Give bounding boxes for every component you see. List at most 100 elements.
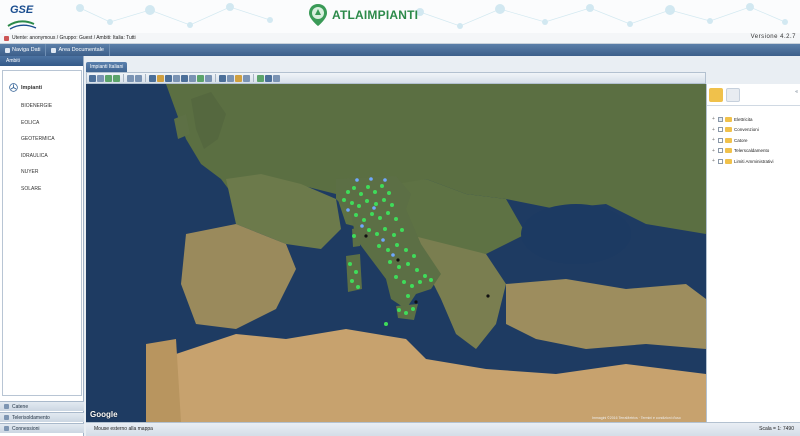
land-turkey <box>506 279 706 349</box>
scale-readout: Scala = 1: 7490 <box>759 426 794 432</box>
left-panel-body: Impianti BIOENERGIE EOLICA GEOTERMICA ID… <box>2 70 82 396</box>
layers-panel: « + Elettricita + Convenzioni + Catore +… <box>706 84 800 422</box>
impianti-label: Impianti <box>21 84 43 91</box>
zoom-out-icon[interactable] <box>113 74 120 82</box>
export-icon[interactable] <box>227 74 234 82</box>
nav-naviga-dati[interactable]: Naviga Dati <box>0 44 47 56</box>
toolbar-divider <box>145 74 146 82</box>
user-bar: Utente: anonymous / Gruppo: Guest / Ambi… <box>0 33 800 44</box>
layer-item[interactable]: + Convenzioni <box>712 125 800 136</box>
layer-label: Limiti Amministrativi <box>734 158 774 164</box>
select-icon[interactable] <box>97 74 104 82</box>
identify-icon[interactable] <box>157 74 164 82</box>
accordion-label: Telerisoldamento <box>12 414 50 421</box>
layer-label: Catore <box>734 137 748 143</box>
expand-icon[interactable]: + <box>712 116 716 122</box>
app-banner: GSE ATLAIMPIANTI <box>0 0 800 33</box>
gse-logo[interactable]: GSE <box>4 2 38 30</box>
layer-checkbox[interactable] <box>718 127 723 133</box>
nav-area-documentale[interactable]: Area Documentale <box>46 44 110 56</box>
filter-icon[interactable] <box>189 74 196 82</box>
expand-icon[interactable]: + <box>712 148 716 154</box>
heat-icon <box>4 415 9 420</box>
print-icon[interactable] <box>219 74 226 82</box>
layer-checkbox[interactable] <box>718 158 723 164</box>
navigate-icon <box>5 47 10 53</box>
plant-type-idraulica[interactable]: IDRAULICA <box>21 148 81 165</box>
measure-icon[interactable] <box>149 74 156 82</box>
folder-icon <box>725 137 732 143</box>
plant-type-bioenergie[interactable]: BIOENERGIE <box>21 98 81 115</box>
folder-icon <box>725 158 732 164</box>
main-nav: Naviga Dati Area Documentale <box>0 44 800 56</box>
help-icon[interactable] <box>273 74 280 82</box>
expand-icon[interactable]: + <box>712 127 716 133</box>
forward-icon[interactable] <box>135 74 142 82</box>
plant-type-eolica[interactable]: EOLICA <box>21 115 81 132</box>
layer-item[interactable]: + Catore <box>712 135 800 146</box>
bookmark-icon[interactable] <box>235 74 242 82</box>
toolbar-divider <box>215 74 216 82</box>
left-panel-header: Ambiti <box>0 56 83 66</box>
layer-label: Telerscaldamento <box>734 148 770 154</box>
plant-type-solare[interactable]: SOLARE <box>21 181 81 198</box>
land-morocco <box>146 339 181 422</box>
map-pin-icon <box>309 4 327 26</box>
legend-icon[interactable] <box>709 87 723 102</box>
info-icon[interactable] <box>205 74 212 82</box>
plant-type-nuyer[interactable]: NUYER <box>21 164 81 181</box>
user-info: Utente: anonymous / Gruppo: Guest / Ambi… <box>12 35 136 41</box>
search-icon[interactable] <box>165 74 172 82</box>
app-brand: ATLAIMPIANTI <box>308 3 418 27</box>
document-icon <box>51 47 57 53</box>
fullscreen-icon[interactable] <box>265 74 272 82</box>
map-canvas[interactable] <box>86 84 706 422</box>
accordion-connessioni[interactable]: Connessioni <box>0 423 84 433</box>
layer-label: Convenzioni <box>734 127 759 133</box>
satellite-map <box>86 84 706 422</box>
app-title: ATLAIMPIANTI <box>332 8 419 22</box>
plant-type-geotermica[interactable]: GEOTERMICA <box>21 131 81 148</box>
map-type-icon[interactable] <box>257 74 264 82</box>
map-attribution[interactable]: Immagini ©2016 TerraMetrics · Termini e … <box>592 416 681 420</box>
layer-item[interactable]: + Limiti Amministrativi <box>712 156 800 167</box>
layer-item[interactable]: + Telerscaldamento <box>712 146 800 157</box>
expand-icon[interactable]: + <box>712 137 716 143</box>
google-logo: Google <box>90 410 118 419</box>
toolbar-divider <box>253 74 254 82</box>
turbine-icon <box>9 83 18 92</box>
accordion-label: Connessioni <box>12 425 40 432</box>
back-icon[interactable] <box>127 74 134 82</box>
refresh-icon[interactable] <box>197 74 204 82</box>
accordion-catene[interactable]: Catene <box>0 401 84 411</box>
toolbar-divider <box>123 74 124 82</box>
accordion-teleriscaldamento[interactable]: Telerisoldamento <box>0 412 84 422</box>
pan-icon[interactable] <box>89 74 96 82</box>
layer-checkbox[interactable] <box>718 148 723 154</box>
nav-label: Naviga Dati <box>12 47 41 53</box>
zoom-in-icon[interactable] <box>105 74 112 82</box>
collapse-icon[interactable]: « <box>795 89 798 95</box>
impianti-title[interactable]: Impianti <box>9 83 81 92</box>
layer-item[interactable]: + Elettricita <box>712 114 800 125</box>
plant-type-list: BIOENERGIE EOLICA GEOTERMICA IDRAULICA N… <box>21 98 81 197</box>
gse-logo-text: GSE <box>10 4 34 16</box>
chain-icon <box>4 404 9 409</box>
expand-icon[interactable]: + <box>712 158 716 164</box>
status-bar: Mouse esterno alla mappa Scala = 1: 7490 <box>86 422 800 436</box>
settings-icon[interactable] <box>243 74 250 82</box>
layer-checkbox[interactable] <box>718 116 723 122</box>
accordion-label: Catene <box>12 403 29 410</box>
document-icon[interactable] <box>726 87 740 102</box>
left-panel: Ambiti Impianti BIOENERGIE EOLICA GEOTER… <box>0 56 84 436</box>
buffer-icon[interactable] <box>173 74 180 82</box>
mouse-status: Mouse esterno alla mappa <box>94 426 153 432</box>
layers-icon[interactable] <box>181 74 188 82</box>
folder-icon <box>725 116 732 122</box>
layers-tabs <box>707 84 800 106</box>
folder-icon <box>725 127 732 133</box>
layer-checkbox[interactable] <box>718 137 723 143</box>
tab-impianti-italiani[interactable]: Impianti Italiani <box>86 62 128 72</box>
layers-list: + Elettricita + Convenzioni + Catore + T… <box>712 114 800 167</box>
nav-label: Area Documentale <box>58 47 104 53</box>
